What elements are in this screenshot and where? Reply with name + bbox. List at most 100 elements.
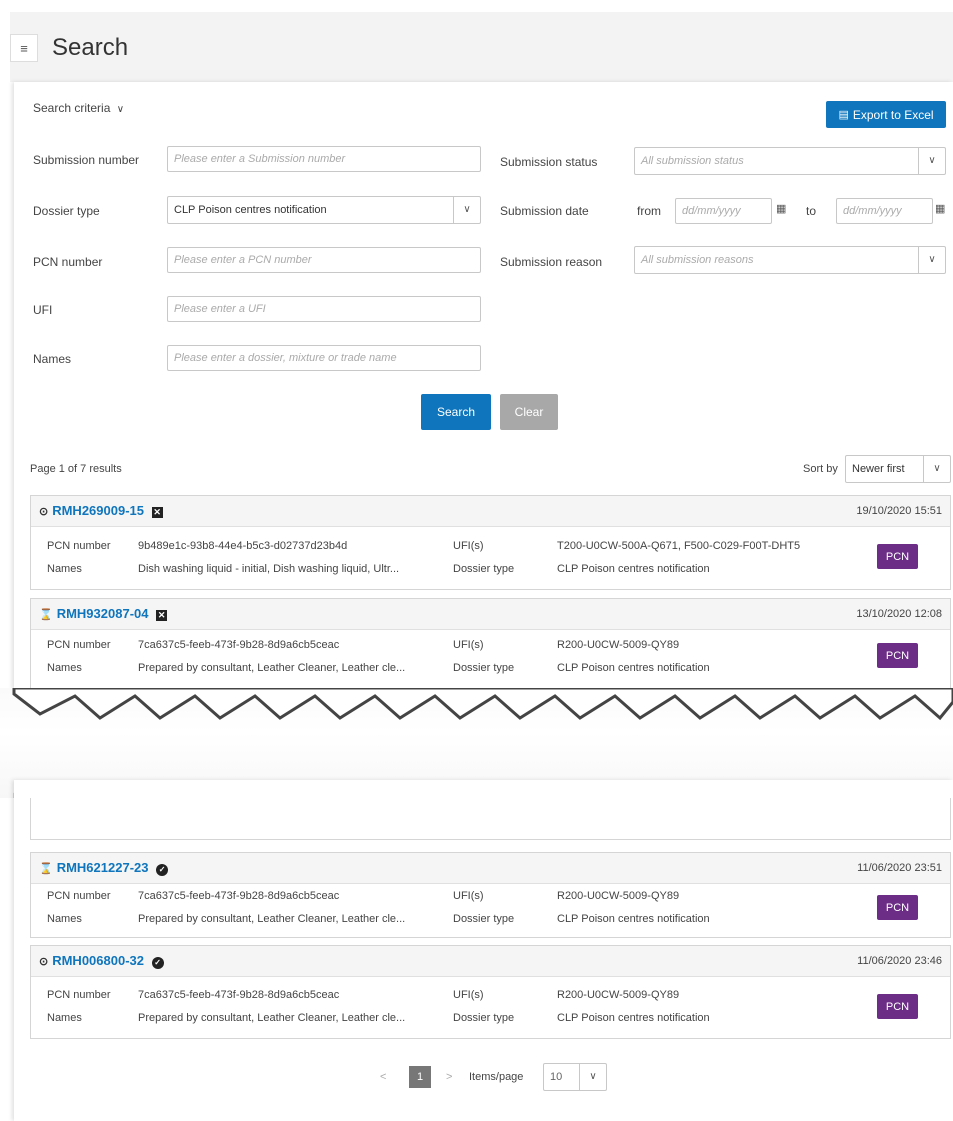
pcn-number-field-label: PCN number (47, 890, 111, 902)
dossier-value: CLP Poison centres notification (557, 1012, 710, 1024)
ufis-value: R200-U0CW-5009-QY89 (557, 639, 680, 651)
chevron-down-icon: ∨ (453, 197, 480, 223)
circle-icon: ⊙ (39, 506, 49, 518)
names-field-label: Names (47, 913, 82, 925)
search-button[interactable]: Search (421, 394, 491, 430)
search-criteria-label: Search criteria (33, 101, 111, 115)
card-header (31, 946, 950, 977)
pcn-number-value: 9b489e1c-93b8-44e4-b5c3-d02737d23b4d (138, 540, 348, 552)
export-excel-button[interactable]: ▤ Export to Excel (826, 101, 946, 128)
pcn-number-field-label: PCN number (47, 989, 111, 1001)
card-header (31, 599, 950, 630)
clear-button[interactable]: Clear (500, 394, 558, 430)
submission-id-link[interactable]: ⊙ RMH269009-15 ✕ (39, 503, 163, 518)
submission-status-select[interactable]: All submission status ∨ (634, 147, 946, 175)
pcn-badge: PCN (877, 544, 918, 569)
submission-id-link[interactable]: ⌛ RMH621227-23 ✓ (39, 860, 169, 876)
result-card: ⌛ RMH621227-23 ✓ 11/06/2020 23:51 PCN num… (30, 852, 951, 938)
submission-date: 11/06/2020 23:51 (857, 862, 942, 874)
spreadsheet-icon: ▤ (838, 109, 849, 121)
page-1-button[interactable]: 1 (409, 1066, 431, 1088)
submission-id: RMH621227-23 (56, 860, 149, 875)
date-to-label: to (806, 204, 817, 218)
results-summary: Page 1 of 7 results (30, 463, 122, 475)
dossier-field-label: Dossier type (453, 662, 515, 674)
dossier-type-select[interactable]: CLP Poison centres notification ∨ (167, 196, 481, 224)
submission-id-link[interactable]: ⊙ RMH006800-32 ✓ (39, 953, 164, 969)
names-input[interactable]: Please enter a dossier, mixture or trade… (167, 345, 481, 371)
names-field-label: Names (47, 662, 82, 674)
card-header (31, 853, 950, 884)
page-header: ≡ Search (10, 12, 953, 82)
items-per-page-select[interactable]: 10 ∨ (543, 1063, 607, 1091)
pcn-badge: PCN (877, 994, 918, 1019)
ufis-field-label: UFI(s) (453, 890, 484, 902)
sort-value: Newer first (852, 463, 905, 475)
names-field-label: Names (47, 1012, 82, 1024)
chevron-down-icon: ∨ (116, 104, 125, 115)
ufis-value: R200-U0CW-5009-QY89 (557, 890, 680, 902)
dossier-field-label: Dossier type (453, 1012, 515, 1024)
ufis-value: R200-U0CW-5009-QY89 (557, 989, 680, 1001)
names-field-label: Names (47, 563, 82, 575)
chevron-down-icon: ∨ (918, 148, 945, 174)
prev-page-button[interactable]: < (380, 1071, 386, 1083)
submission-date-label: Submission date (500, 204, 589, 218)
dossier-value: CLP Poison centres notification (557, 662, 710, 674)
submission-number-label: Submission number (33, 153, 140, 167)
submission-reason-value: All submission reasons (641, 254, 754, 266)
calendar-icon[interactable]: ▦ (776, 202, 786, 215)
submission-date: 13/10/2020 12:08 (856, 608, 942, 620)
ufi-input[interactable]: Please enter a UFI (167, 296, 481, 322)
pcn-number-value: 7ca637c5-feeb-473f-9b28-8d9a6cb5ceac (138, 639, 340, 651)
dossier-field-label: Dossier type (453, 563, 515, 575)
submission-id-link[interactable]: ⌛ RMH932087-04 ✕ (39, 606, 168, 621)
submission-id: RMH269009-15 (52, 503, 144, 518)
result-card: ⊙ RMH269009-15 ✕ 19/10/2020 15:51 PCN num… (30, 495, 951, 590)
next-page-button[interactable]: > (446, 1071, 452, 1083)
submission-reason-label: Submission reason (500, 255, 603, 269)
dossier-type-value: CLP Poison centres notification (174, 204, 327, 216)
result-card: ⌛ RMH932087-04 ✕ 13/10/2020 12:08 PCN num… (30, 598, 951, 690)
check-icon: ✓ (151, 957, 164, 969)
pcn-number-field-label: PCN number (47, 540, 111, 552)
sort-by-label: Sort by (803, 463, 838, 475)
chevron-down-icon: ∨ (923, 456, 950, 482)
page-title: Search (52, 34, 129, 61)
names-value: Prepared by consultant, Leather Cleaner,… (138, 1012, 406, 1024)
check-icon: ✓ (156, 864, 169, 876)
ufis-field-label: UFI(s) (453, 540, 484, 552)
calendar-icon[interactable]: ▦ (935, 202, 945, 215)
pcn-badge: PCN (877, 643, 918, 668)
ufi-label: UFI (33, 303, 53, 317)
date-to-input[interactable]: dd/mm/yyyy (836, 198, 933, 224)
search-criteria-toggle[interactable]: Search criteria ∨ (33, 101, 124, 115)
export-excel-label: Export to Excel (852, 107, 934, 122)
chevron-down-icon: ∨ (579, 1064, 606, 1090)
pcn-number-input[interactable]: Please enter a PCN number (167, 247, 481, 273)
date-from-input[interactable]: dd/mm/yyyy (675, 198, 772, 224)
pcn-number-value: 7ca637c5-feeb-473f-9b28-8d9a6cb5ceac (138, 989, 340, 1001)
hourglass-icon: ⌛ (39, 609, 53, 621)
submission-date: 11/06/2020 23:46 (857, 955, 942, 967)
submission-status-value: All submission status (641, 155, 744, 167)
ufis-field-label: UFI(s) (453, 639, 484, 651)
date-from-label: from (637, 204, 661, 218)
menu-button[interactable]: ≡ (10, 34, 38, 62)
pcn-number-label: PCN number (33, 255, 103, 269)
sort-select[interactable]: Newer first ∨ (845, 455, 951, 483)
dossier-value: CLP Poison centres notification (557, 563, 710, 575)
names-value: Prepared by consultant, Leather Cleaner,… (138, 662, 406, 674)
chevron-down-icon: ∨ (918, 247, 945, 273)
submission-id: RMH006800-32 (52, 953, 144, 968)
submission-number-input[interactable]: Please enter a Submission number (167, 146, 481, 172)
submission-reason-select[interactable]: All submission reasons ∨ (634, 246, 946, 274)
circle-icon: ⊙ (39, 956, 49, 968)
pcn-badge: PCN (877, 895, 918, 920)
result-card-fragment (30, 798, 951, 840)
submission-id: RMH932087-04 (56, 606, 149, 621)
names-value: Dish washing liquid - initial, Dish wash… (138, 563, 400, 575)
dossier-field-label: Dossier type (453, 913, 515, 925)
items-per-page-label: Items/page (469, 1071, 524, 1083)
submission-date: 19/10/2020 15:51 (856, 505, 942, 517)
